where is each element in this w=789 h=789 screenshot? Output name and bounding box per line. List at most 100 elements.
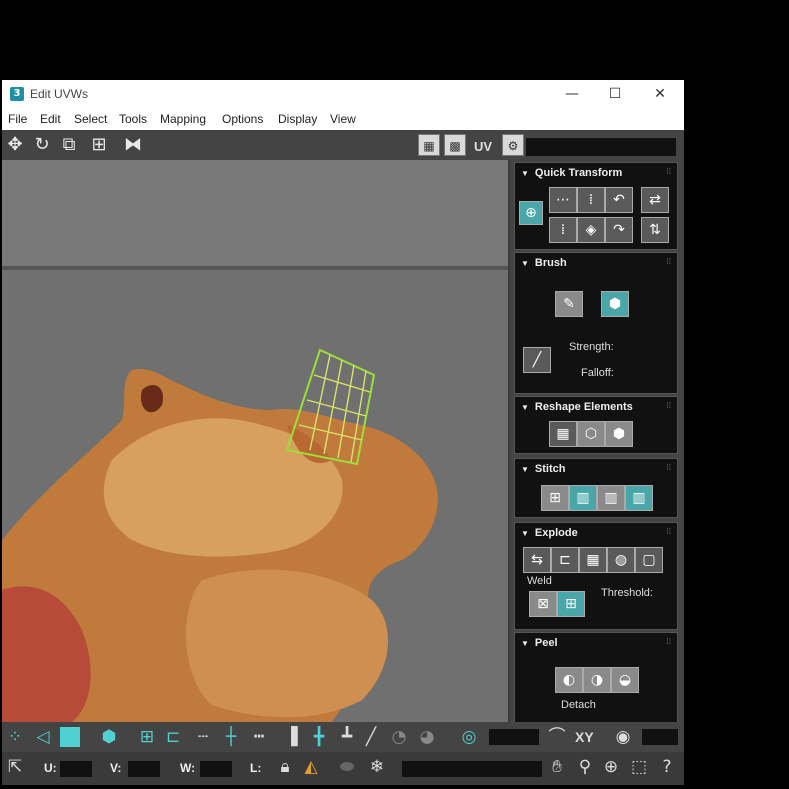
soft-select-icon[interactable]: ◎	[458, 726, 480, 748]
brush-falloff-icon[interactable]: ╱	[523, 347, 551, 373]
pixel-value[interactable]	[642, 729, 678, 745]
move-icon[interactable]: ✥	[4, 134, 26, 156]
space-vertical-icon[interactable]: ⇅	[641, 217, 669, 243]
uv-viewport[interactable]	[2, 160, 508, 722]
maximize-button[interactable]: ☐	[600, 84, 630, 104]
polygon-mode-icon[interactable]	[60, 727, 80, 747]
straighten-icon[interactable]: ◈	[577, 217, 605, 243]
weld-selected-icon[interactable]: ⊠	[529, 591, 557, 617]
select-crossing-icon[interactable]: ⊏	[162, 726, 184, 748]
pan-hand-icon[interactable]: ✋︎	[546, 756, 568, 778]
v-label: V:	[110, 761, 122, 775]
selection-set-field[interactable]	[402, 761, 542, 777]
peel-reset-icon[interactable]: ◒	[611, 667, 639, 693]
uv-wireframe-mesh[interactable]	[2, 160, 508, 722]
help-icon[interactable]: ?	[656, 756, 678, 778]
rotate-icon[interactable]: ↻	[31, 134, 53, 156]
reshape-header[interactable]: ▼ Reshape Elements	[521, 401, 633, 413]
menu-file[interactable]: File	[8, 112, 27, 126]
weld-all-icon[interactable]: ⊞	[557, 591, 585, 617]
stitch-target-icon[interactable]: ▥	[569, 485, 597, 511]
right-command-panel: ▼ Quick Transform ⁞⁞ ⊕ ⋯ ⁞ ↶ ⇄ ⁞ ◈ ↷ ⇅ ▼ B…	[510, 160, 684, 724]
rotate-ccw-icon[interactable]: ↶	[605, 187, 633, 213]
select-region-icon[interactable]: ⊞	[136, 726, 158, 748]
align-horizontal-icon[interactable]: ⋯	[549, 187, 577, 213]
mirror-icon[interactable]: ⧓	[122, 134, 144, 156]
menu-tools[interactable]: Tools	[119, 112, 147, 126]
relax-icon[interactable]: ⬡	[577, 421, 605, 447]
texture-map-icon[interactable]: ▩	[444, 134, 466, 156]
vertex-mode-icon[interactable]: ⁘	[4, 726, 26, 748]
hide-icon[interactable]: ◭	[300, 756, 322, 778]
w-input[interactable]	[200, 761, 232, 777]
menu-mapping[interactable]: Mapping	[160, 112, 206, 126]
stitch-average-icon[interactable]: ▥	[597, 485, 625, 511]
uv-settings-icon[interactable]: ⚙	[502, 134, 524, 156]
paint-select-icon[interactable]: ╱	[360, 726, 382, 748]
view-lock-icon[interactable]: ◉	[612, 726, 634, 748]
flatten-icon[interactable]: ▦	[579, 547, 607, 573]
straighten-selection-icon[interactable]: ▦	[549, 421, 577, 447]
paint-select-shrink-icon[interactable]: ◕	[416, 726, 438, 748]
close-button[interactable]: ✕	[645, 84, 675, 104]
strength-label: Strength:	[569, 341, 614, 353]
brush-header[interactable]: ▼ Brush	[521, 257, 567, 269]
freeform-icon[interactable]: ⊞	[88, 134, 110, 156]
menu-select[interactable]: Select	[74, 112, 107, 126]
peel-header[interactable]: ▼ Peel	[521, 637, 558, 649]
menu-options[interactable]: Options	[222, 112, 263, 126]
detach-edge-icon[interactable]: ⊏	[551, 547, 579, 573]
align-vertical-icon[interactable]: ⁞	[577, 187, 605, 213]
quick-peel-icon[interactable]: ◐	[555, 667, 583, 693]
break-icon[interactable]: ⇆	[523, 547, 551, 573]
stitch-source-icon[interactable]: ▥	[625, 485, 653, 511]
u-input[interactable]	[60, 761, 92, 777]
window-title: Edit UVWs	[30, 87, 89, 101]
transform-type-icon[interactable]: ⇱	[4, 756, 26, 778]
menu-view[interactable]: View	[330, 112, 356, 126]
edge-mode-icon[interactable]: ◁	[32, 726, 54, 748]
explode-settings-icon[interactable]: ▢	[635, 547, 663, 573]
checker-pattern-icon[interactable]: ▦	[418, 134, 440, 156]
rotate-cw-icon[interactable]: ↷	[605, 217, 633, 243]
element-mode-icon[interactable]: ⬢	[98, 726, 120, 748]
map-dropdown[interactable]	[526, 138, 676, 156]
menu-edit[interactable]: Edit	[40, 112, 61, 126]
stitch-custom-icon[interactable]: ⊞	[541, 485, 569, 511]
paint-move-icon[interactable]: ✎	[555, 291, 583, 317]
quick-transform-title: Quick Transform	[534, 167, 623, 179]
explode-polygons-icon[interactable]: ◍	[607, 547, 635, 573]
paint-select-grow-icon[interactable]: ◔	[388, 726, 410, 748]
loop-grow-icon[interactable]: ╋	[308, 726, 330, 748]
minimize-button[interactable]: —	[557, 84, 587, 104]
zoom-region-icon[interactable]: ⊕	[600, 756, 622, 778]
v-input[interactable]	[128, 761, 160, 777]
relax-settings-icon[interactable]: ⬢	[605, 421, 633, 447]
zoom-extents-icon[interactable]: ⬚	[628, 756, 650, 778]
space-horizontal-icon[interactable]: ⇄	[641, 187, 669, 213]
freeze-toggle-icon[interactable]: ⬬	[336, 756, 358, 778]
snowflake-icon[interactable]: ❄	[366, 756, 388, 778]
align-center-icon[interactable]: ⊕	[519, 201, 543, 225]
falloff-label: Falloff:	[581, 367, 614, 379]
relax-brush-icon[interactable]: ⬢	[601, 291, 629, 317]
peel-mode-icon[interactable]: ◑	[583, 667, 611, 693]
ring-grow-icon[interactable]: ┻	[336, 726, 358, 748]
align-grid-icon[interactable]: ⁞	[549, 217, 577, 243]
loop-select-icon[interactable]: ┅	[248, 726, 270, 748]
soft-select-value[interactable]	[489, 729, 539, 745]
shrink-select-icon[interactable]: ┼	[220, 726, 242, 748]
scale-icon[interactable]: ⧉	[58, 134, 80, 156]
stitch-header[interactable]: ▼ Stitch	[521, 463, 565, 475]
weld-label: Weld	[527, 575, 552, 587]
explode-header[interactable]: ▼ Explode	[521, 527, 578, 539]
lock-icon[interactable]: 🔒︎	[274, 756, 296, 778]
quick-transform-header[interactable]: ▼ Quick Transform	[521, 167, 622, 179]
zoom-icon[interactable]: ⚲	[574, 756, 596, 778]
falloff-curve-icon[interactable]: ⌒	[546, 726, 568, 748]
ring-select-icon[interactable]: ▐	[280, 726, 302, 748]
reshape-elements-section: ▼ Reshape Elements ⁞⁞ ▦ ⬡ ⬢	[514, 396, 678, 454]
menu-display[interactable]: Display	[278, 112, 317, 126]
grow-select-icon[interactable]: ┄	[192, 726, 214, 748]
xy-label[interactable]: XY	[575, 729, 594, 745]
